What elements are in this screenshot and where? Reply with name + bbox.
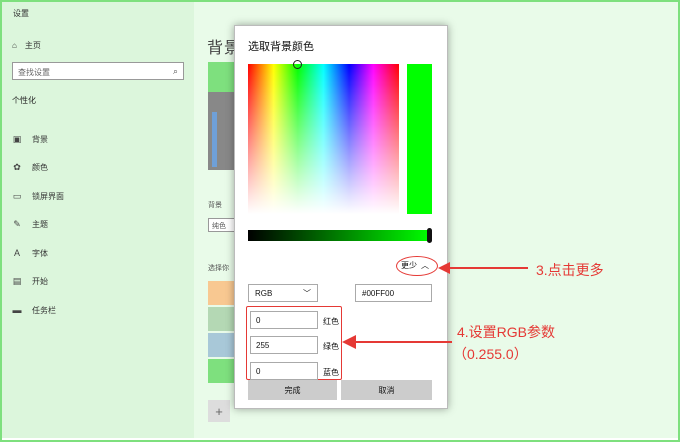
blue-input[interactable]: 0 [250, 362, 318, 380]
color-swatch[interactable] [208, 333, 236, 357]
sidebar-item-start[interactable]: ▤ 开始 [12, 268, 64, 297]
window-title: 设置 [13, 9, 29, 18]
color-swatch[interactable] [208, 281, 236, 305]
preview-window [212, 112, 217, 167]
annotation-circle [396, 256, 438, 276]
themes-icon: ✎ [13, 219, 21, 230]
sidebar-item-lockscreen[interactable]: ▭ 锁屏界面 [12, 182, 64, 211]
sidebar-item-label: 任务栏 [32, 305, 56, 315]
color-swatch[interactable] [208, 307, 236, 331]
nav-list: ▣ 背景 ✿ 颜色 ▭ 锁屏界面 ✎ 主题 A 字体 ▤ 开始 ▬ 任务栏 [12, 125, 65, 325]
red-input[interactable]: 0 [250, 311, 318, 329]
chevron-down-icon: ﹀ [303, 288, 311, 298]
color-swatch[interactable] [208, 359, 236, 383]
annotation-arrow-step3 [438, 262, 528, 274]
search-icon[interactable]: ⌕ [173, 66, 178, 77]
nav-home-label: 主页 [24, 41, 41, 50]
choose-color-label: 选择你 [208, 265, 229, 272]
lockscreen-icon: ▭ [12, 190, 22, 201]
green-label: 绿色 [323, 342, 339, 351]
brightness-slider-handle[interactable] [427, 228, 432, 243]
add-color-button[interactable]: + [208, 400, 230, 422]
sidebar-item-label: 主题 [32, 220, 48, 230]
color-mode-select[interactable]: RGB ﹀ [248, 284, 318, 302]
color-preview [407, 64, 432, 214]
background-label: 背景 [208, 202, 222, 209]
sidebar-item-label: 开始 [32, 277, 48, 287]
section-label: 个性化 [12, 96, 36, 105]
brightness-slider[interactable] [248, 230, 431, 241]
color-spectrum[interactable] [248, 64, 399, 214]
color-mode-value: RGB [255, 288, 273, 298]
search-placeholder: 查找设置 [18, 68, 50, 77]
sidebar-item-label: 背景 [32, 134, 48, 144]
sidebar-item-label: 锁屏界面 [32, 191, 64, 201]
annotation-step4: 4.设置RGB参数 [457, 324, 556, 340]
sidebar-item-background[interactable]: ▣ 背景 [12, 125, 64, 154]
search-input[interactable]: 查找设置 ⌕ [12, 62, 184, 80]
spectrum-cursor[interactable] [293, 60, 302, 69]
palette-icon: ✿ [13, 162, 21, 173]
annotation-arrow-step4 [342, 335, 452, 349]
annotation-step3: 3.点击更多 [536, 262, 604, 278]
sidebar-item-colors[interactable]: ✿ 颜色 [12, 154, 64, 183]
done-button[interactable]: 完成 [248, 380, 337, 400]
background-icon: ▣ [12, 133, 22, 144]
start-icon: ▤ [12, 276, 22, 287]
sidebar-item-taskbar[interactable]: ▬ 任务栏 [12, 296, 64, 325]
home-icon: ⌂ [12, 41, 17, 50]
sidebar-item-themes[interactable]: ✎ 主题 [12, 211, 64, 240]
sidebar-item-fonts[interactable]: A 字体 [12, 239, 64, 268]
sidebar-item-label: 颜色 [32, 163, 48, 173]
green-input[interactable]: 255 [250, 336, 318, 354]
taskbar-icon: ▬ [12, 305, 22, 316]
red-label: 红色 [323, 317, 339, 326]
annotation-step4-values: （0.255.0） [453, 346, 528, 362]
cancel-button[interactable]: 取消 [341, 380, 432, 400]
sidebar-item-label: 字体 [32, 248, 48, 258]
nav-home[interactable]: ⌂ 主页 [12, 40, 41, 51]
font-icon: A [13, 248, 20, 259]
hex-input[interactable]: #00FF00 [355, 284, 432, 302]
blue-label: 蓝色 [323, 368, 339, 377]
dialog-title: 选取背景颜色 [248, 41, 314, 53]
